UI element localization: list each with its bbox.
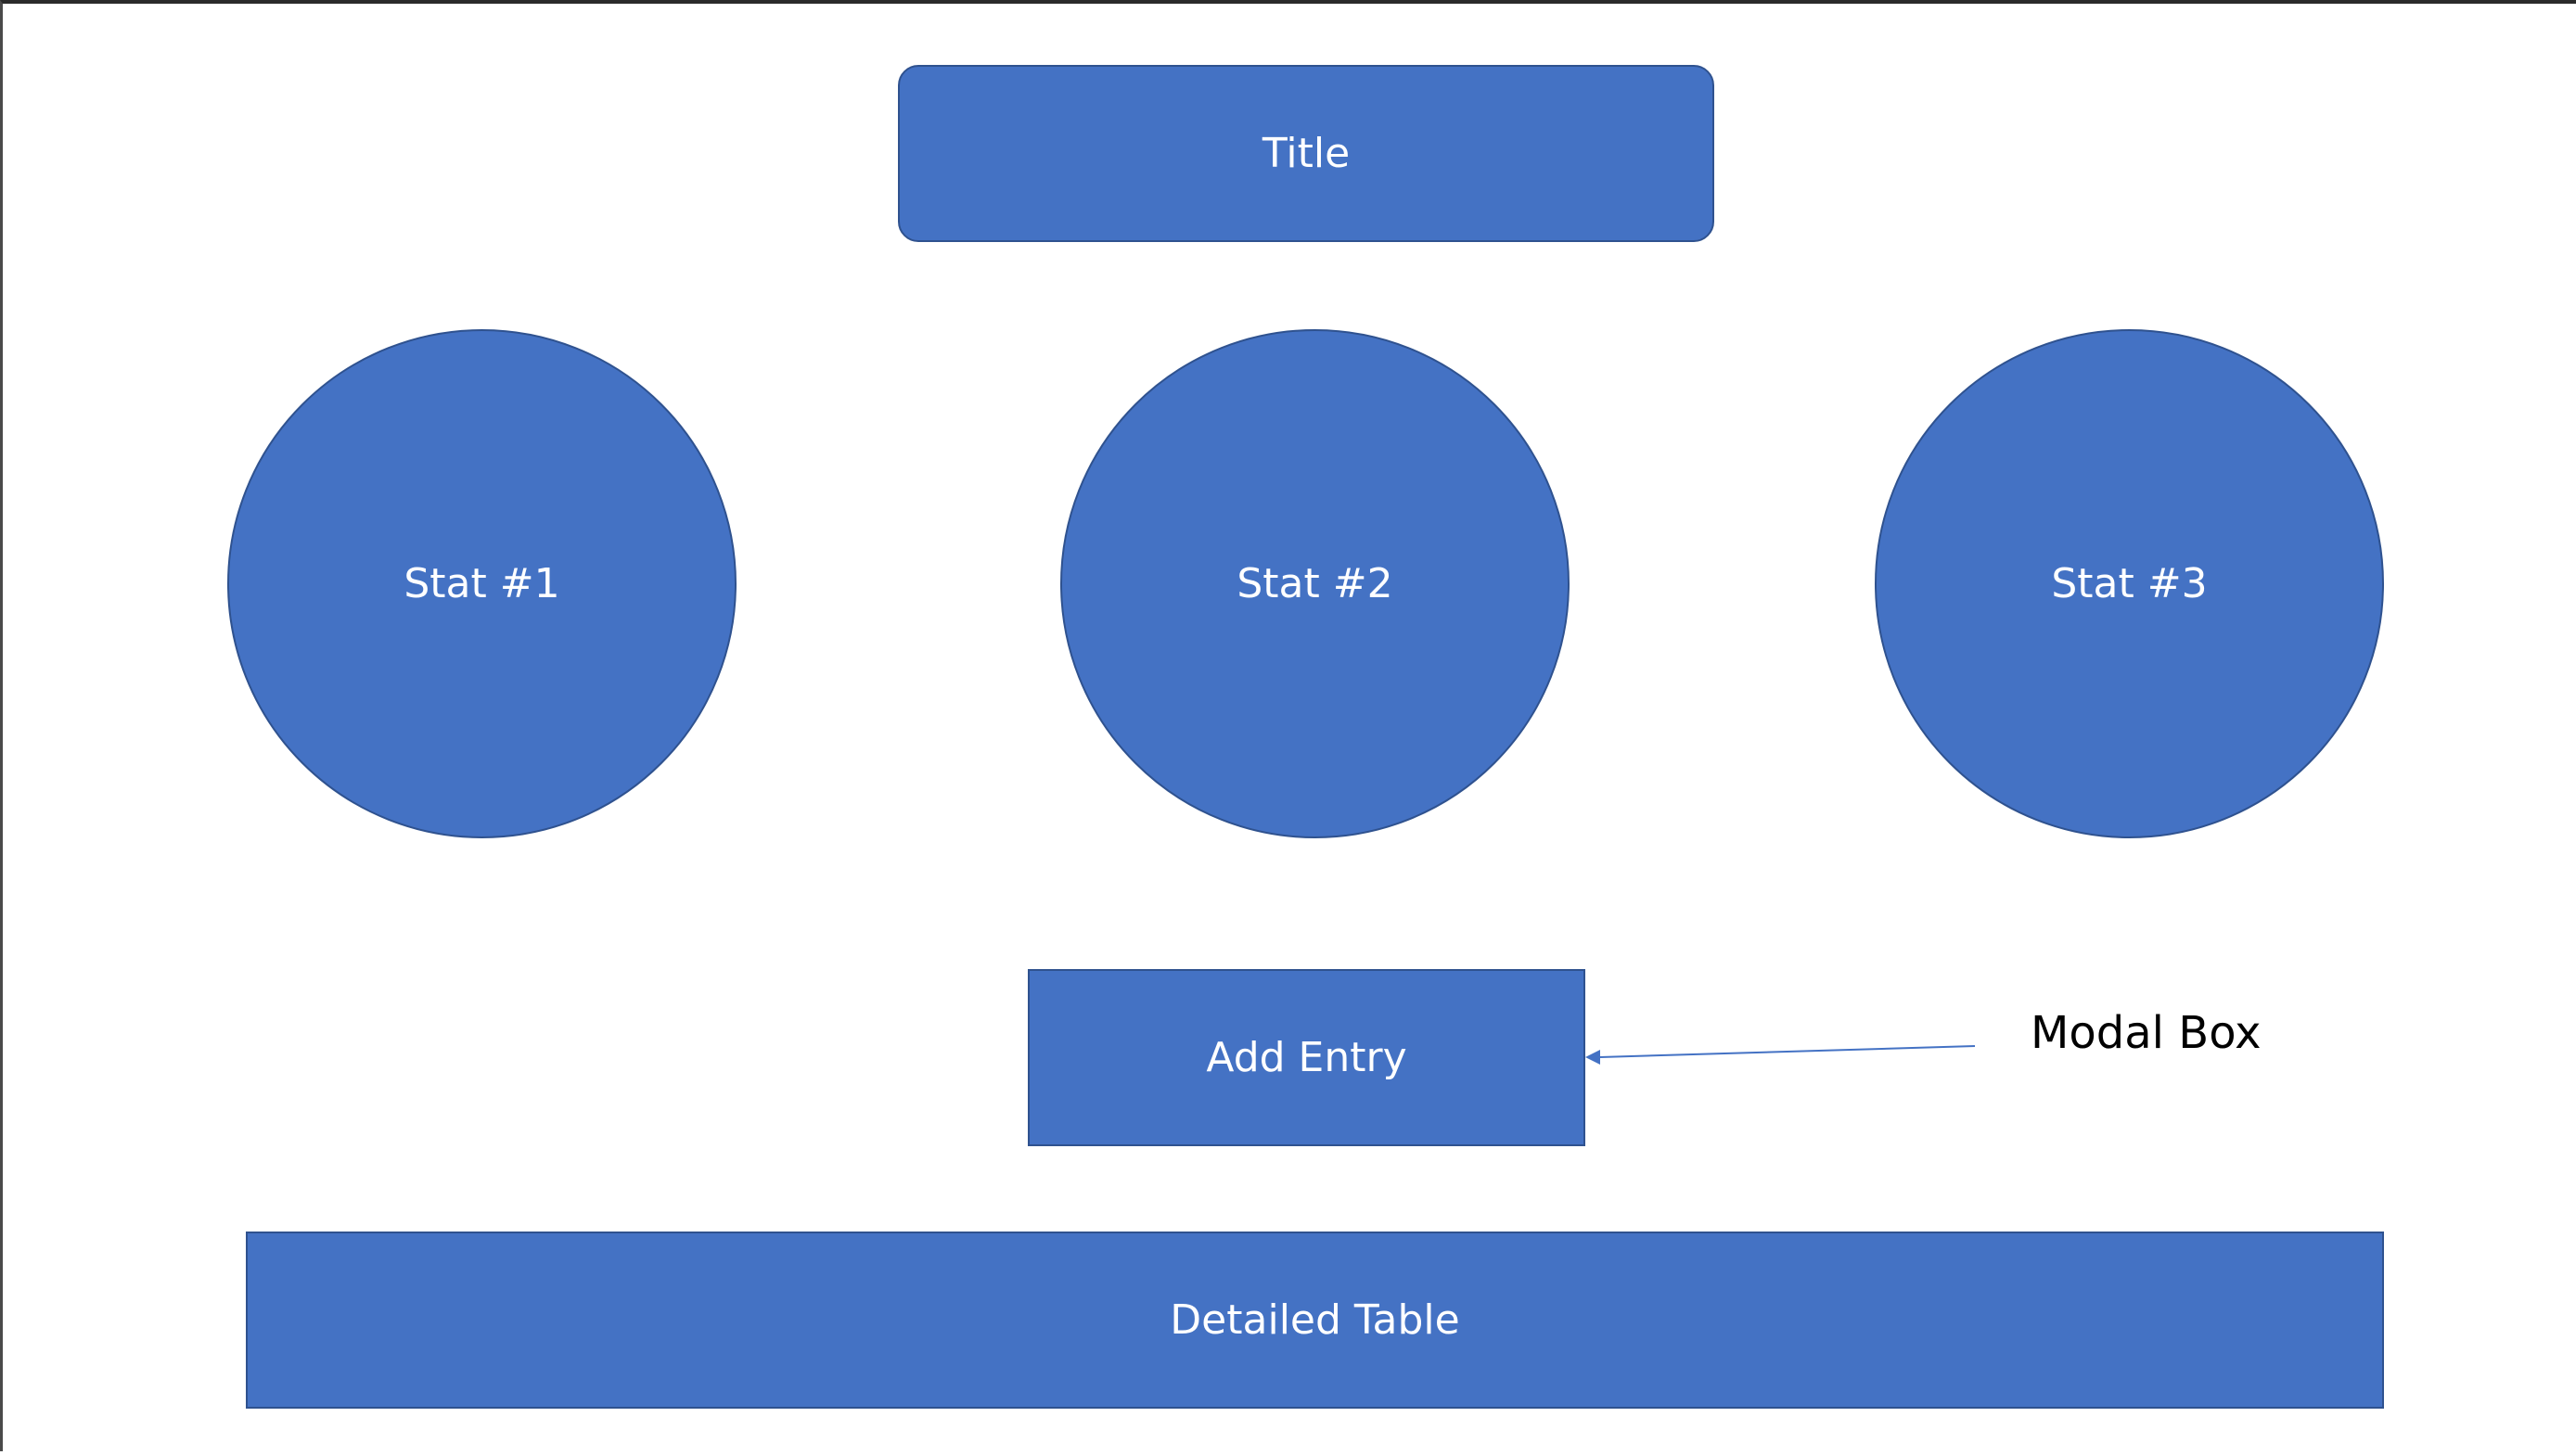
detailed-table-box: Detailed Table bbox=[246, 1232, 2384, 1409]
stat-2-circle: Stat #2 bbox=[1060, 329, 1570, 838]
modal-box-annotation: Modal Box bbox=[2031, 1007, 2262, 1059]
connector-line bbox=[1599, 1045, 1976, 1058]
stat-2-label: Stat #2 bbox=[1237, 560, 1393, 607]
title-box-label: Title bbox=[1262, 130, 1351, 177]
title-box: Title bbox=[898, 65, 1714, 242]
stat-3-circle: Stat #3 bbox=[1875, 329, 2384, 838]
detailed-table-label: Detailed Table bbox=[1170, 1296, 1460, 1344]
arrowhead-icon bbox=[1585, 1050, 1600, 1065]
add-entry-label: Add Entry bbox=[1206, 1034, 1407, 1081]
diagram-canvas: Title Stat #1 Stat #2 Stat #3 Add Entry … bbox=[0, 0, 2576, 1451]
stat-1-label: Stat #1 bbox=[404, 560, 560, 607]
stat-3-label: Stat #3 bbox=[2051, 560, 2208, 607]
add-entry-box: Add Entry bbox=[1028, 969, 1585, 1146]
stat-1-circle: Stat #1 bbox=[227, 329, 737, 838]
